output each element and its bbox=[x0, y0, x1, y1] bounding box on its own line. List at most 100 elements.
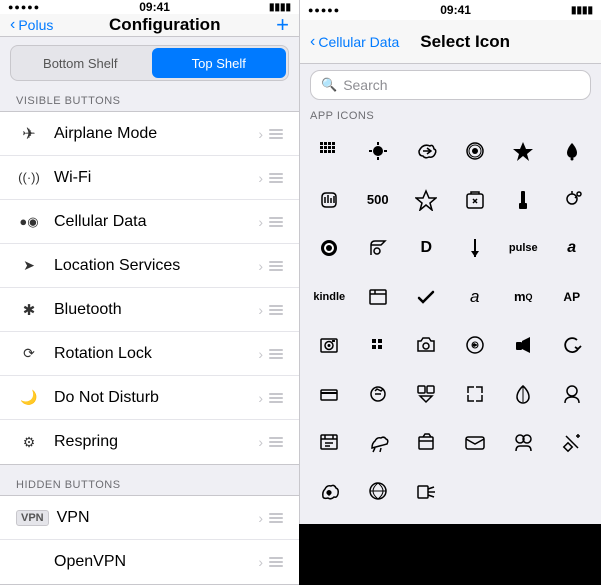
icon-cell[interactable]: a bbox=[452, 274, 499, 321]
icon-cell[interactable] bbox=[355, 225, 402, 272]
chevron-icon: › bbox=[258, 434, 263, 450]
openvpn-label: OpenVPN bbox=[54, 553, 258, 571]
icon-cell[interactable]: pulse bbox=[500, 225, 547, 272]
list-item[interactable]: VPN VPN › bbox=[0, 496, 299, 540]
icon-cell[interactable] bbox=[549, 177, 596, 224]
drag-handle bbox=[269, 513, 283, 523]
icon-cell[interactable]: D bbox=[403, 225, 450, 272]
icon-cell[interactable] bbox=[403, 322, 450, 369]
icon-cell[interactable] bbox=[306, 468, 353, 515]
right-time: 09:41 bbox=[440, 3, 471, 17]
hidden-section-header: HIDDEN BUTTONS bbox=[0, 473, 299, 495]
icon-cell[interactable] bbox=[306, 419, 353, 466]
icon-cell[interactable] bbox=[452, 371, 499, 418]
list-item[interactable]: 🌙 Do Not Disturb › bbox=[0, 376, 299, 420]
icon-cell[interactable] bbox=[403, 177, 450, 224]
drag-handle bbox=[269, 305, 283, 315]
icon-cell[interactable] bbox=[306, 225, 353, 272]
icon-cell[interactable] bbox=[452, 322, 499, 369]
icon-cell[interactable] bbox=[355, 274, 402, 321]
icon-cell[interactable] bbox=[355, 419, 402, 466]
dnd-icon: 🌙 bbox=[16, 385, 42, 411]
cellular-label: Cellular Data bbox=[54, 213, 258, 231]
icon-cell[interactable] bbox=[355, 322, 402, 369]
respring-label: Respring bbox=[54, 433, 258, 451]
icon-cell[interactable] bbox=[452, 177, 499, 224]
icon-cell[interactable]: kindle bbox=[306, 274, 353, 321]
list-item[interactable]: OpenVPN › bbox=[0, 540, 299, 584]
chevron-icon: › bbox=[258, 258, 263, 274]
icon-cell[interactable] bbox=[549, 322, 596, 369]
list-item[interactable]: ●◉ Cellular Data › bbox=[0, 200, 299, 244]
drag-handle bbox=[269, 393, 283, 403]
bottom-shelf-tab[interactable]: Bottom Shelf bbox=[13, 48, 148, 78]
icon-cell[interactable]: AP bbox=[549, 274, 596, 321]
icon-cell[interactable] bbox=[452, 225, 499, 272]
icon-cell[interactable] bbox=[306, 128, 353, 175]
icon-cell[interactable] bbox=[355, 468, 402, 515]
drag-handle bbox=[269, 217, 283, 227]
respring-icon: ⚙ bbox=[16, 429, 42, 455]
airplane-label: Airplane Mode bbox=[54, 125, 258, 143]
list-item[interactable]: ((·)) Wi-Fi › bbox=[0, 156, 299, 200]
icon-cell[interactable] bbox=[355, 128, 402, 175]
search-input[interactable]: 🔍 Search bbox=[310, 70, 591, 100]
icon-cell[interactable] bbox=[452, 419, 499, 466]
left-back-label: Polus bbox=[18, 17, 53, 33]
visible-section-header: VISIBLE BUTTONS bbox=[0, 89, 299, 111]
dnd-label: Do Not Disturb bbox=[54, 389, 258, 407]
icon-cell[interactable] bbox=[549, 128, 596, 175]
drag-handle bbox=[269, 129, 283, 139]
list-item[interactable]: ⟳ Rotation Lock › bbox=[0, 332, 299, 376]
left-time: 09:41 bbox=[139, 0, 170, 14]
icon-cell[interactable] bbox=[549, 371, 596, 418]
top-shelf-tab[interactable]: Top Shelf bbox=[152, 48, 287, 78]
icon-cell[interactable] bbox=[403, 419, 450, 466]
icon-cell[interactable] bbox=[500, 128, 547, 175]
icon-cell[interactable] bbox=[500, 419, 547, 466]
icon-cell[interactable]: mQ bbox=[500, 274, 547, 321]
right-back-button[interactable]: ‹ Cellular Data bbox=[310, 33, 399, 51]
icon-cell[interactable] bbox=[452, 128, 499, 175]
chevron-icon: › bbox=[258, 126, 263, 142]
list-item[interactable]: ✱ Bluetooth › bbox=[0, 288, 299, 332]
bluetooth-label: Bluetooth bbox=[54, 301, 258, 319]
search-bar: 🔍 Search bbox=[300, 64, 601, 106]
hidden-buttons-list: VPN VPN › OpenVPN › bbox=[0, 495, 299, 585]
add-button[interactable]: + bbox=[276, 14, 289, 36]
list-item[interactable]: ⚙ Respring › bbox=[0, 420, 299, 464]
location-label: Location Services bbox=[54, 257, 258, 275]
list-item[interactable]: ➤ Location Services › bbox=[0, 244, 299, 288]
drag-handle bbox=[269, 437, 283, 447]
list-item[interactable]: ✈ Airplane Mode › bbox=[0, 112, 299, 156]
icon-cell[interactable] bbox=[549, 419, 596, 466]
icon-cell[interactable] bbox=[403, 468, 450, 515]
left-nav-title: Configuration bbox=[109, 15, 220, 35]
icon-cell[interactable] bbox=[306, 322, 353, 369]
icon-cell[interactable] bbox=[403, 274, 450, 321]
vpn-tag: VPN bbox=[16, 510, 49, 526]
location-icon: ➤ bbox=[16, 253, 42, 279]
wifi-label: Wi-Fi bbox=[54, 169, 258, 187]
icon-cell[interactable]: a bbox=[549, 225, 596, 272]
rotation-icon: ⟳ bbox=[16, 341, 42, 367]
chevron-icon: › bbox=[258, 346, 263, 362]
app-icons-header: APP ICONS bbox=[300, 106, 601, 124]
icons-grid: 500 D pulse a kindle a mQ AP bbox=[306, 128, 595, 514]
right-battery: ▮▮▮▮ bbox=[571, 5, 593, 16]
icon-cell[interactable] bbox=[355, 371, 402, 418]
left-back-button[interactable]: ‹ Polus bbox=[10, 16, 53, 34]
icon-cell[interactable] bbox=[500, 322, 547, 369]
icon-cell[interactable] bbox=[306, 177, 353, 224]
visible-buttons-list: ✈ Airplane Mode › ((·)) Wi-Fi › ●◉ Cellu… bbox=[0, 111, 299, 465]
icon-cell[interactable] bbox=[500, 177, 547, 224]
icon-cell[interactable] bbox=[403, 371, 450, 418]
left-signal: ●●●●● bbox=[8, 2, 40, 12]
icon-cell[interactable] bbox=[403, 128, 450, 175]
segment-control: Bottom Shelf Top Shelf bbox=[0, 37, 299, 89]
icon-cell[interactable] bbox=[500, 371, 547, 418]
icon-cell[interactable]: 500 bbox=[355, 177, 402, 224]
icon-cell[interactable] bbox=[306, 371, 353, 418]
right-signal: ●●●●● bbox=[308, 5, 340, 15]
wifi-icon: ((·)) bbox=[16, 165, 42, 191]
